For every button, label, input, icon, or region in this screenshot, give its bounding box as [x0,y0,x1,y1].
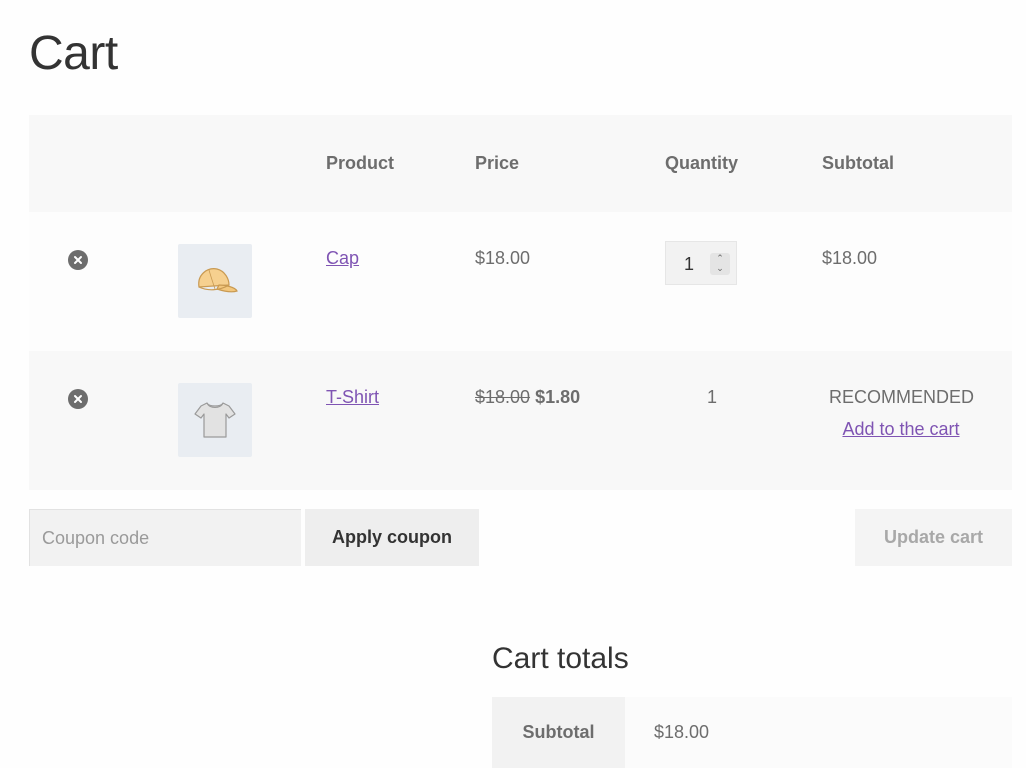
quantity-spinner-icon[interactable]: ⌃ ⌄ [710,253,730,275]
cart-table: Product Price Quantity Subtotal Cap $18.… [29,115,1012,490]
totals-subtotal-value: $18.00 [625,697,1012,768]
product-link-tshirt[interactable]: T-Shirt [326,387,379,408]
totals-subtotal-label: Subtotal [492,697,625,768]
tshirt-thumbnail[interactable] [178,383,252,457]
price-discounted: $1.80 [535,387,581,407]
tshirt-icon [194,402,236,438]
header-product: Product [326,153,395,173]
cart-totals-table: Subtotal $18.00 [492,697,1012,768]
recommended-label: RECOMMENDED [829,387,975,407]
cart-row-tshirt: T-Shirt $18.00 $1.80 1 RECOMMENDED Add t… [29,351,1012,490]
cart-totals-title: Cart totals [492,642,629,675]
apply-coupon-button[interactable]: Apply coupon [305,509,479,566]
header-quantity: Quantity [665,153,739,173]
update-cart-button[interactable]: Update cart [855,509,1012,566]
product-link-cap[interactable]: Cap [326,248,359,269]
quantity-value: 1 [707,387,718,407]
price-tshirt: $18.00 $1.80 [475,387,580,408]
cart-table-header: Product Price Quantity Subtotal [29,115,1012,212]
subtotal-cap: $18.00 [822,248,878,268]
cap-thumbnail[interactable] [178,244,252,318]
price-original: $18.00 [475,387,531,407]
add-to-cart-link[interactable]: Add to the cart [824,419,978,440]
price-cap: $18.00 [475,248,531,268]
remove-item-icon[interactable] [68,389,88,409]
remove-item-icon[interactable] [68,250,88,270]
header-subtotal: Subtotal [822,153,894,173]
header-price: Price [475,153,520,173]
cart-row-cap: Cap $18.00 1 ⌃ ⌄ $18.00 [29,212,1012,351]
quantity-value: 1 [684,254,695,274]
quantity-stepper[interactable]: 1 ⌃ ⌄ [665,241,737,285]
coupon-code-input[interactable] [29,509,301,566]
cap-icon [198,268,238,293]
page-title: Cart [29,27,118,80]
